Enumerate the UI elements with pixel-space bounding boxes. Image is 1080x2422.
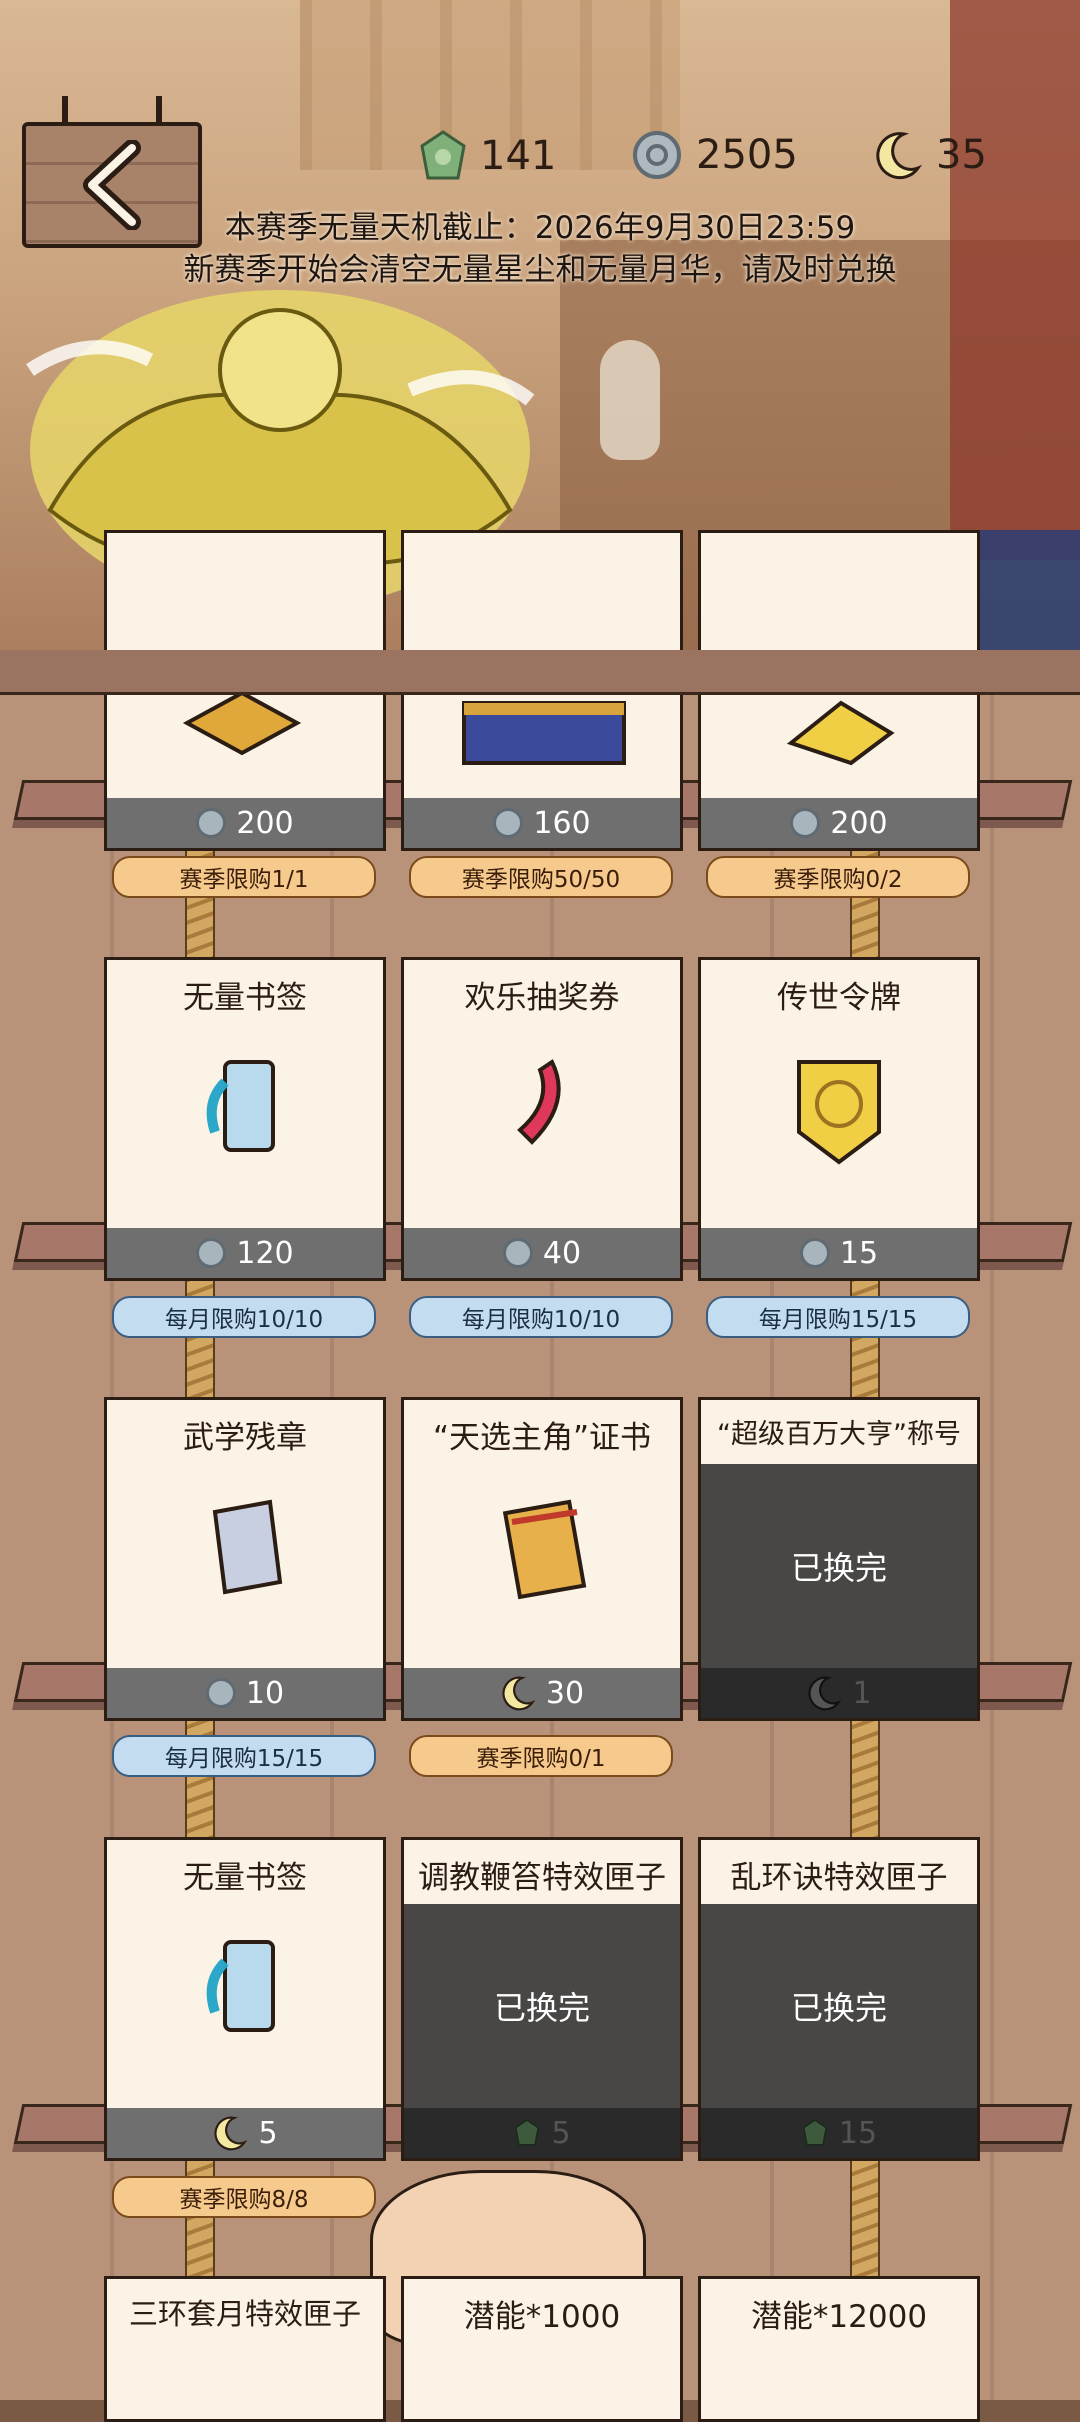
hanging-string <box>156 96 162 126</box>
price-value: 40 <box>542 1235 582 1271</box>
item-name: 调教鞭笞特效匣子 <box>404 1852 680 1897</box>
silver-coin-icon <box>196 808 227 838</box>
shop-item-card[interactable]: “天选主角”证书 30 <box>401 1397 683 1721</box>
moon-currency: 35 <box>874 130 987 180</box>
bookmark-item-icon <box>206 1060 275 1152</box>
lottery-ticket-item-icon <box>517 1059 561 1145</box>
price-bar: 5 <box>107 2108 383 2158</box>
item-name: “超级百万大亨”称号 <box>701 1412 977 1451</box>
purchase-limit-badge: 每月限购15/15 <box>112 1735 376 1777</box>
hanging-string <box>62 96 68 126</box>
price-value: 200 <box>830 805 888 841</box>
shop-item-card[interactable]: 欢乐抽奖券 40 <box>401 957 683 1281</box>
item-name: 欢乐抽奖券 <box>464 980 620 1016</box>
item-name: 三环套月特效匣子 <box>128 2297 361 2331</box>
price-bar: 200 <box>701 798 977 848</box>
purchase-limit-badge: 赛季限购0/1 <box>409 1735 673 1777</box>
purchase-limit-badge: 赛季限购1/1 <box>112 856 376 898</box>
item-name: 无量书签 <box>183 1860 307 1896</box>
purchase-limit-badge: 赛季限购50/50 <box>409 856 673 898</box>
item-name: 无量书签 <box>183 980 307 1016</box>
shop-item-card[interactable]: 潜能*1000 <box>401 2276 683 2422</box>
item-name: 传世令牌 <box>777 980 901 1016</box>
sold-out-overlay: 已换完 <box>701 1464 977 1668</box>
silver-coin-icon <box>790 808 821 838</box>
silver-coin-icon <box>493 808 524 838</box>
martial-scroll-fragment-icon <box>212 1499 283 1595</box>
shop-item-card[interactable]: 无量书签 120 <box>104 957 386 1281</box>
vase-decoration <box>600 340 660 460</box>
top-cover-beam <box>0 650 1080 695</box>
golden-token-item-icon <box>797 1060 881 1165</box>
price-bar: 30 <box>404 1668 680 1718</box>
price-bar: 10 <box>107 1668 383 1718</box>
silver-coin-currency: 2505 <box>632 130 798 180</box>
jade-icon <box>802 2119 828 2146</box>
price-value: 10 <box>245 1675 285 1711</box>
price-bar: 15 <box>701 1228 977 1278</box>
season-reset-notice: 新赛季开始会清空无量星尘和无量月华，请及时兑换 <box>183 252 897 288</box>
treasure-item-icon <box>182 690 302 756</box>
item-name: 乱环诀特效匣子 <box>701 1852 977 1897</box>
silver-coin-icon <box>196 1238 227 1268</box>
item-name: “天选主角”证书 <box>432 1420 652 1456</box>
purchase-limit-badge: 每月限购10/10 <box>409 1296 673 1338</box>
item-name: 潜能*12000 <box>750 2299 928 2335</box>
price-bar: 200 <box>107 798 383 848</box>
chest-item-icon <box>462 701 626 765</box>
purchase-limit-badge: 赛季限购0/2 <box>706 856 970 898</box>
purchase-limit-badge: 每月限购10/10 <box>112 1296 376 1338</box>
sold-out-label: 已换完 <box>493 1989 590 2027</box>
price-bar: 160 <box>404 798 680 848</box>
price-value: 160 <box>533 805 591 841</box>
shop-item-card-sold-out[interactable]: 调教鞭笞特效匣子 已换完 5 <box>401 1837 683 2161</box>
purchase-limit-badge: 每月限购15/15 <box>706 1296 970 1338</box>
price-value: 15 <box>839 1235 879 1271</box>
shop-item-card-sold-out[interactable]: 乱环诀特效匣子 已换完 15 <box>698 1837 980 2161</box>
jade-currency: 141 <box>420 130 556 182</box>
moon-icon <box>876 132 922 180</box>
item-name: 潜能*1000 <box>463 2299 621 2335</box>
price-value: 200 <box>236 805 294 841</box>
jade-count: 141 <box>480 133 557 179</box>
price-bar: 40 <box>404 1228 680 1278</box>
shop-item-card[interactable]: 传世令牌 15 <box>698 957 980 1281</box>
price-value: 120 <box>236 1235 294 1271</box>
shop-item-card[interactable]: 潜能*12000 <box>698 2276 980 2422</box>
sold-out-overlay: 已换完 <box>404 1904 680 2108</box>
purchase-limit-badge: 赛季限购8/8 <box>112 2176 376 2218</box>
bookmark-item-icon <box>206 1940 275 2032</box>
price-bar: 5 <box>404 2108 680 2158</box>
price-value: 30 <box>545 1675 585 1711</box>
sold-out-label: 已换完 <box>790 1989 887 2027</box>
item-name: 武学残章 <box>183 1420 307 1456</box>
shop-item-card[interactable]: 三环套月特效匣子 <box>104 2276 386 2422</box>
moon-icon <box>214 2116 248 2151</box>
price-bar: 120 <box>107 1228 383 1278</box>
moon-icon <box>502 1676 536 1711</box>
jade-icon <box>420 130 466 180</box>
sold-out-overlay: 已换完 <box>701 1904 977 2108</box>
silver-coin-count: 2505 <box>696 132 798 178</box>
silver-coin-icon <box>502 1238 533 1268</box>
certificate-item-icon <box>502 1499 587 1600</box>
price-value: 15 <box>838 2115 878 2151</box>
price-value: 1 <box>852 1675 872 1711</box>
golden-shard-item-icon <box>786 700 895 766</box>
price-bar: 1 <box>701 1668 977 1718</box>
season-deadline-text: 本赛季无量天机截止：2026年9月30日23:59 <box>224 210 856 246</box>
moon-icon <box>808 1676 842 1711</box>
price-value: 5 <box>258 2115 278 2151</box>
price-value: 5 <box>551 2115 571 2151</box>
shop-item-card-sold-out[interactable]: “超级百万大亨”称号 已换完 1 <box>698 1397 980 1721</box>
moon-count: 35 <box>936 132 987 178</box>
jade-icon <box>515 2119 540 2146</box>
silver-coin-icon <box>205 1678 236 1708</box>
shop-item-card[interactable]: 武学残章 10 <box>104 1397 386 1721</box>
shop-item-card[interactable]: 无量书签 5 <box>104 1837 386 2161</box>
silver-coin-icon <box>633 131 681 179</box>
price-bar: 15 <box>701 2108 977 2158</box>
silver-coin-icon <box>799 1238 830 1268</box>
sold-out-label: 已换完 <box>790 1549 887 1587</box>
